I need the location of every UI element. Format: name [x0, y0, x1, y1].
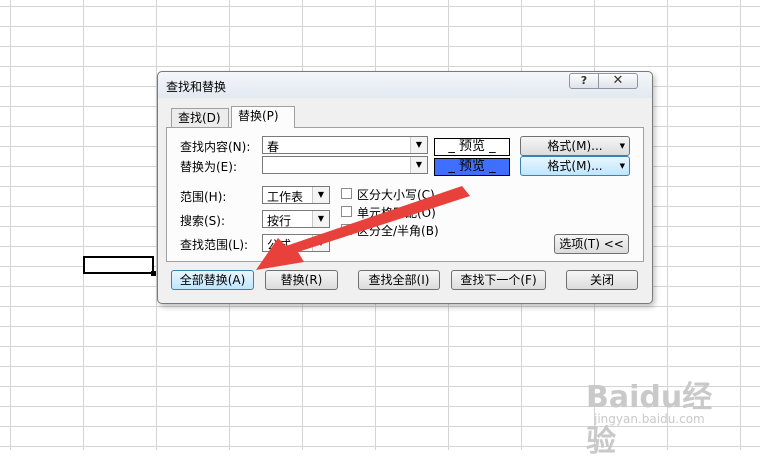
watermark-url: jingyan.baidu.com — [594, 412, 705, 426]
arrow-shape — [256, 186, 470, 270]
baidu-watermark: Baidu经验 jingyan.baidu.com — [586, 372, 736, 459]
tab-replace[interactable]: 替换(P) — [231, 106, 295, 128]
